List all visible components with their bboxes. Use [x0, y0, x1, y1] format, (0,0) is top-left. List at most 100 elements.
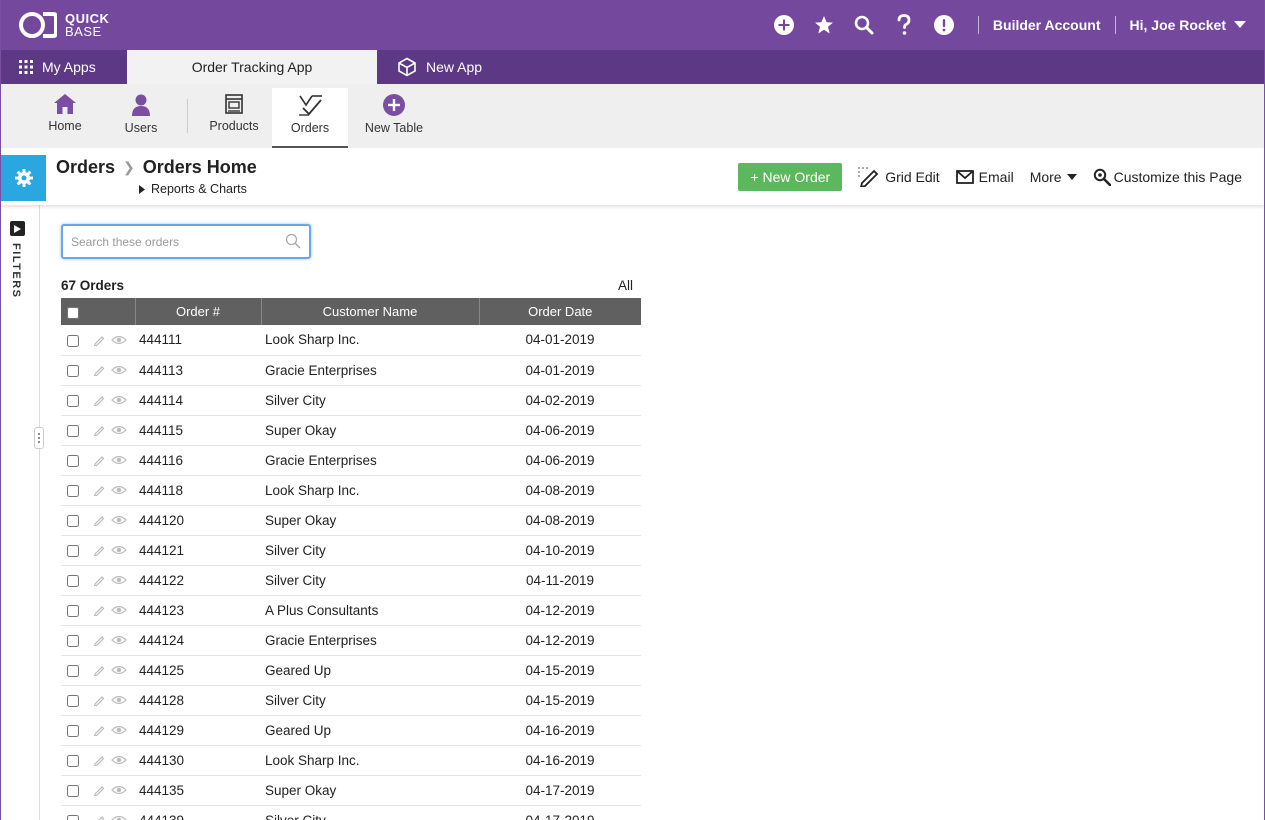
select-all-checkbox[interactable] — [67, 306, 79, 319]
row-checkbox[interactable] — [67, 454, 79, 467]
view-eye-icon[interactable] — [111, 695, 127, 705]
edit-pencil-icon[interactable] — [93, 604, 105, 616]
edit-pencil-icon[interactable] — [93, 424, 105, 436]
search-input[interactable] — [71, 234, 271, 249]
tab-order-tracking-app[interactable]: Order Tracking App — [127, 50, 377, 84]
grid-edit-button[interactable]: Grid Edit — [858, 166, 940, 187]
view-eye-icon[interactable] — [111, 635, 127, 645]
column-header-order-date[interactable]: Order Date — [479, 298, 641, 325]
table-row[interactable]: 444118 Look Sharp Inc. 04-08-2019 — [61, 475, 641, 506]
builder-account-link[interactable]: Builder Account — [993, 17, 1101, 33]
edit-pencil-icon[interactable] — [93, 484, 105, 496]
filters-label[interactable]: FILTERS — [10, 243, 22, 299]
table-row[interactable]: 444114 Silver City 04-02-2019 — [61, 385, 641, 416]
edit-pencil-icon[interactable] — [93, 724, 105, 736]
row-checkbox[interactable] — [67, 514, 79, 527]
table-row[interactable]: 444121 Silver City 04-10-2019 — [61, 535, 641, 566]
table-row[interactable]: 444111 Look Sharp Inc. 04-01-2019 — [61, 325, 641, 356]
expand-filters-icon[interactable] — [10, 221, 25, 236]
table-nav-home[interactable]: Home — [27, 88, 103, 148]
new-app-tab[interactable]: New App — [377, 50, 500, 84]
row-checkbox[interactable] — [67, 664, 79, 677]
edit-pencil-icon[interactable] — [93, 334, 105, 346]
search-icon[interactable] — [844, 0, 884, 50]
table-row[interactable]: 444115 Super Okay 04-06-2019 — [61, 415, 641, 446]
row-checkbox[interactable] — [67, 604, 79, 617]
column-header-customer-name[interactable]: Customer Name — [261, 298, 480, 325]
table-row[interactable]: 444130 Look Sharp Inc. 04-16-2019 — [61, 745, 641, 776]
view-eye-icon[interactable] — [111, 395, 127, 405]
new-order-button[interactable]: + New Order — [738, 162, 843, 191]
edit-pencil-icon[interactable] — [93, 544, 105, 556]
edit-pencil-icon[interactable] — [93, 364, 105, 376]
view-eye-icon[interactable] — [111, 335, 127, 345]
view-eye-icon[interactable] — [111, 545, 127, 555]
view-eye-icon[interactable] — [111, 425, 127, 435]
table-nav-new-table[interactable]: New Table — [348, 88, 440, 148]
more-menu[interactable]: More — [1030, 169, 1077, 185]
table-row[interactable]: 444123 A Plus Consultants 04-12-2019 — [61, 595, 641, 626]
table-row[interactable]: 444129 Geared Up 04-16-2019 — [61, 715, 641, 746]
row-checkbox[interactable] — [67, 484, 79, 497]
view-eye-icon[interactable] — [111, 485, 127, 495]
row-checkbox[interactable] — [67, 814, 79, 820]
edit-pencil-icon[interactable] — [93, 694, 105, 706]
table-nav-orders[interactable]: Orders — [272, 88, 348, 148]
edit-pencil-icon[interactable] — [93, 634, 105, 646]
search-icon[interactable] — [285, 233, 301, 249]
edit-pencil-icon[interactable] — [93, 574, 105, 586]
alert-icon[interactable] — [924, 0, 964, 50]
quickbase-logo[interactable]: QUICK BASE — [19, 12, 109, 38]
edit-pencil-icon[interactable] — [93, 664, 105, 676]
user-menu[interactable]: Hi, Joe Rocket — [1130, 17, 1246, 33]
table-row[interactable]: 444120 Super Okay 04-08-2019 — [61, 505, 641, 536]
table-row[interactable]: 444116 Gracie Enterprises 04-06-2019 — [61, 445, 641, 476]
table-row[interactable]: 444125 Geared Up 04-15-2019 — [61, 655, 641, 686]
row-checkbox[interactable] — [67, 634, 79, 647]
view-eye-icon[interactable] — [111, 815, 127, 820]
view-eye-icon[interactable] — [111, 755, 127, 765]
column-header-order-number[interactable]: Order # — [135, 298, 262, 325]
table-row[interactable]: 444135 Super Okay 04-17-2019 — [61, 775, 641, 806]
breadcrumb-table[interactable]: Orders — [56, 157, 115, 178]
edit-pencil-icon[interactable] — [93, 454, 105, 466]
view-eye-icon[interactable] — [111, 785, 127, 795]
table-row[interactable]: 444139 Silver City 04-17-2019 — [61, 805, 641, 820]
table-row[interactable]: 444124 Gracie Enterprises 04-12-2019 — [61, 625, 641, 656]
edit-pencil-icon[interactable] — [93, 814, 105, 820]
settings-button[interactable] — [1, 154, 46, 201]
table-row[interactable]: 444122 Silver City 04-11-2019 — [61, 565, 641, 596]
view-eye-icon[interactable] — [111, 605, 127, 615]
view-eye-icon[interactable] — [111, 455, 127, 465]
help-icon[interactable] — [884, 0, 924, 50]
email-button[interactable]: Email — [955, 169, 1014, 185]
table-nav-users[interactable]: Users — [103, 88, 179, 148]
row-checkbox[interactable] — [67, 544, 79, 557]
table-row[interactable]: 444128 Silver City 04-15-2019 — [61, 685, 641, 716]
row-checkbox[interactable] — [67, 694, 79, 707]
edit-pencil-icon[interactable] — [93, 394, 105, 406]
edit-pencil-icon[interactable] — [93, 784, 105, 796]
row-checkbox[interactable] — [67, 784, 79, 797]
reports-and-charts-link[interactable]: Reports & Charts — [139, 182, 257, 196]
row-checkbox[interactable] — [67, 334, 79, 347]
view-eye-icon[interactable] — [111, 515, 127, 525]
my-apps-tab[interactable]: My Apps — [1, 50, 127, 84]
row-checkbox[interactable] — [67, 394, 79, 407]
row-checkbox[interactable] — [67, 754, 79, 767]
all-link[interactable]: All — [618, 278, 633, 293]
edit-pencil-icon[interactable] — [93, 754, 105, 766]
customize-page-button[interactable]: Customize this Page — [1093, 168, 1242, 186]
edit-pencil-icon[interactable] — [93, 514, 105, 526]
view-eye-icon[interactable] — [111, 575, 127, 585]
row-checkbox[interactable] — [67, 364, 79, 377]
star-icon[interactable] — [804, 0, 844, 50]
view-eye-icon[interactable] — [111, 725, 127, 735]
resize-handle[interactable] — [34, 427, 44, 449]
row-checkbox[interactable] — [67, 574, 79, 587]
add-icon[interactable] — [764, 0, 804, 50]
table-nav-products[interactable]: Products — [196, 88, 272, 148]
view-eye-icon[interactable] — [111, 665, 127, 675]
row-checkbox[interactable] — [67, 424, 79, 437]
view-eye-icon[interactable] — [111, 365, 127, 375]
